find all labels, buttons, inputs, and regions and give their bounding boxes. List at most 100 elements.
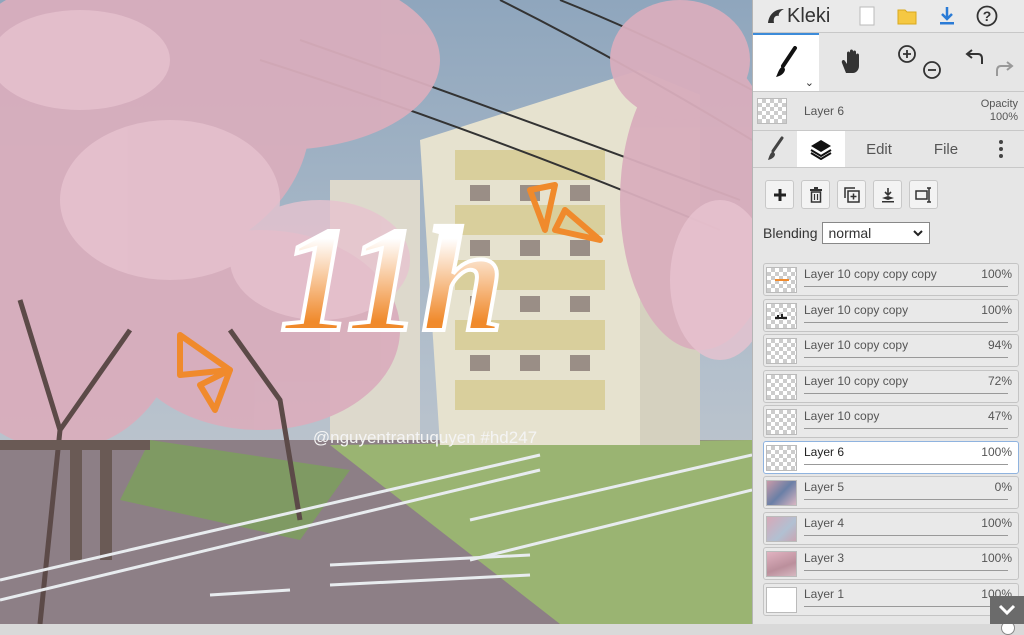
more-vertical-icon <box>999 140 1003 158</box>
layer-opacity-slider[interactable] <box>804 428 1008 457</box>
rename-icon <box>914 186 931 203</box>
duplicate-layer-button[interactable] <box>837 180 866 209</box>
layer-opacity-slider[interactable] <box>804 463 1015 493</box>
layer-thumbnail <box>766 373 797 400</box>
layer-name: Layer 10 copy copy <box>804 373 909 388</box>
layer-row[interactable]: Layer 10 copy copy copy 100% <box>763 263 1019 315</box>
layer-opacity: 94% <box>987 338 1012 352</box>
svg-text:?: ? <box>983 8 992 24</box>
blending-label: Blending <box>763 225 818 241</box>
layer-opacity: 100% <box>981 551 1012 565</box>
plus-icon <box>773 188 786 201</box>
layer-actions <box>753 168 1024 214</box>
layer-name: Layer 3 <box>804 551 845 565</box>
new-image-icon <box>859 6 875 26</box>
save-button[interactable] <box>927 0 967 32</box>
layer-opacity-slider[interactable] <box>797 499 1008 528</box>
merge-down-button[interactable] <box>873 180 902 209</box>
layer-name: Layer 10 copy copy copy <box>804 267 937 281</box>
layer-name: Layer 6 <box>804 444 845 459</box>
layer-opacity-slider[interactable] <box>804 570 1015 599</box>
tab-layers[interactable] <box>797 131 845 167</box>
layer-name: Layer 10 copy copy <box>804 338 909 352</box>
layer-opacity: 0% <box>994 480 1012 494</box>
layer-row[interactable]: Layer 10 copy copy 100% <box>763 298 1019 351</box>
panel-tabs: Edit File <box>753 131 1024 168</box>
zoom-icons <box>898 45 941 79</box>
layer-opacity: 100% <box>981 444 1012 459</box>
layer-name: Layer 5 <box>804 480 845 494</box>
layer-opacity-slider[interactable] <box>804 357 1008 386</box>
brush-icon <box>776 46 797 77</box>
tab-file[interactable]: File <box>913 131 979 167</box>
layer-name: Layer 10 copy copy <box>804 302 909 317</box>
layer-row[interactable]: Layer 10 copy 47% <box>763 405 1019 457</box>
zoom-buttons <box>885 33 955 91</box>
layer-opacity-slider[interactable] <box>804 392 1008 422</box>
current-layer-name: Layer 6 <box>804 104 845 118</box>
blending-select[interactable]: normal <box>821 222 930 244</box>
layer-name: Layer 10 copy <box>804 409 880 423</box>
drawing-canvas[interactable]: 11h @nguyentrantuquyen #hd247 <box>0 0 752 624</box>
layer-thumbnail <box>766 480 797 506</box>
scroll-down-button[interactable] <box>990 596 1024 624</box>
undo-redo-buttons <box>955 33 1023 91</box>
help-button[interactable]: ? <box>967 0 1007 32</box>
brush-tool-button[interactable]: ⌄ <box>753 33 819 91</box>
layer-opacity-slider[interactable] <box>804 286 1015 315</box>
layer-row[interactable]: Layer 3 100% <box>763 547 1019 599</box>
app-name: Kleki <box>787 4 831 27</box>
add-layer-button[interactable] <box>765 180 794 209</box>
tool-row: ⌄ <box>753 33 1024 92</box>
open-button[interactable] <box>887 0 927 32</box>
merge-down-icon <box>881 187 894 202</box>
undo-icon[interactable] <box>965 49 983 64</box>
layer-row[interactable]: Layer 10 copy copy 94% <box>763 334 1019 386</box>
layer-row[interactable]: Layer 6 100% <box>763 440 1019 493</box>
layer-thumbnail <box>766 409 797 435</box>
brush-tab-icon <box>768 136 784 160</box>
opacity-label: Opacity <box>980 98 1018 110</box>
tab-edit[interactable]: Edit <box>845 131 913 167</box>
tab-brush[interactable] <box>753 131 797 167</box>
layer-opacity-slider[interactable] <box>804 605 1015 635</box>
new-image-button[interactable] <box>847 0 887 32</box>
current-layer-bar[interactable]: Layer 6 Opacity 100% <box>753 92 1024 131</box>
brush-options-chevron-icon[interactable]: ⌄ <box>805 76 814 89</box>
current-layer-opacity: Opacity 100% <box>981 98 1018 124</box>
open-folder-icon <box>897 9 917 25</box>
delete-layer-button[interactable] <box>801 180 830 209</box>
layer-row[interactable]: Layer 4 100% <box>763 511 1019 564</box>
layers-icon <box>810 140 832 160</box>
more-menu-button[interactable] <box>979 131 1023 167</box>
layer-opacity: 100% <box>981 302 1012 317</box>
layer-opacity: 100% <box>981 267 1012 281</box>
opacity-value: 100% <box>989 111 1018 123</box>
side-panel: Kleki ? ⌄ Layer 6 Opacity 100% Edit File… <box>752 0 1024 635</box>
layer-list: Layer 10 copy copy copy 100% Layer 10 copy… <box>763 263 1019 635</box>
layer-thumbnail <box>766 551 797 577</box>
layer-row[interactable]: Layer 5 0% <box>763 476 1019 528</box>
duplicate-icon <box>843 186 860 203</box>
rename-layer-button[interactable] <box>909 180 938 209</box>
kleki-logo[interactable]: Kleki <box>753 5 847 28</box>
undo-redo-icons <box>965 49 1014 76</box>
layer-opacity-slider[interactable] <box>804 534 1015 564</box>
trash-icon <box>809 186 822 203</box>
layer-name: Layer 4 <box>804 515 845 530</box>
layer-thumbnail <box>766 267 797 293</box>
hand-icon <box>841 49 859 73</box>
layer-thumbnail <box>766 515 797 542</box>
zoom-out-icon[interactable] <box>923 61 941 79</box>
redo-icon[interactable] <box>996 61 1014 76</box>
layer-opacity: 47% <box>987 409 1012 423</box>
layer-name: Layer 1 <box>804 586 845 601</box>
hand-tool-button[interactable] <box>819 33 885 91</box>
top-toolbar: Kleki ? <box>753 0 1024 33</box>
chevron-down-icon <box>998 604 1016 616</box>
layer-opacity-slider[interactable] <box>804 321 1015 351</box>
layer-row[interactable]: Layer 1 100% <box>763 582 1019 635</box>
layer-opacity: 72% <box>987 373 1012 388</box>
layer-row[interactable]: Layer 10 copy copy 72% <box>763 369 1019 422</box>
zoom-in-icon[interactable] <box>898 45 916 63</box>
